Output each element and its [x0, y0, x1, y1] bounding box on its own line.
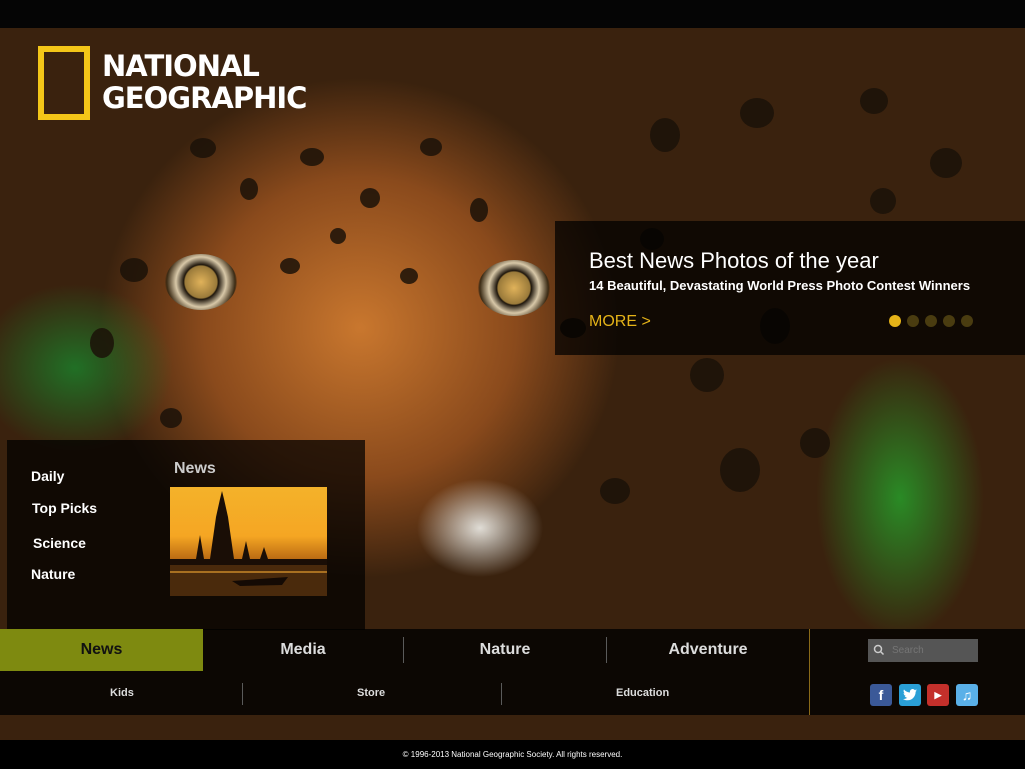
subnav-divider	[501, 683, 502, 705]
yellow-border-icon	[38, 46, 90, 120]
subnav-kids[interactable]: Kids	[110, 671, 134, 715]
carousel-dot-5[interactable]	[961, 315, 973, 327]
search-box[interactable]	[868, 639, 978, 662]
featured-story-title[interactable]: Best News Photos of the year	[589, 248, 879, 274]
facebook-icon[interactable]: f	[870, 684, 892, 706]
jaguar-eye-left	[165, 254, 237, 310]
subnav-divider	[242, 683, 243, 705]
featured-story-subtitle: 14 Beautiful, Devastating World Press Ph…	[589, 278, 971, 293]
itunes-icon[interactable]: ♫	[956, 684, 978, 706]
nav-nature[interactable]: Nature	[404, 629, 606, 671]
nav-media[interactable]: Media	[203, 629, 403, 671]
nav-news[interactable]: News	[0, 629, 203, 671]
category-nature[interactable]: Nature	[31, 566, 75, 582]
logo-text: NATIONAL GEOGRAPHIC	[102, 49, 307, 115]
subnav-store[interactable]: Store	[357, 671, 385, 715]
category-daily[interactable]: Daily	[31, 468, 64, 484]
search-input[interactable]	[890, 644, 974, 657]
temple-silhouette-image	[170, 491, 327, 596]
more-link[interactable]: MORE >	[589, 313, 651, 331]
twitter-icon[interactable]	[899, 684, 921, 706]
carousel-dot-1[interactable]	[889, 315, 901, 327]
subnav-education[interactable]: Education	[616, 671, 669, 715]
submenu-heading: News	[174, 460, 216, 477]
category-top-picks[interactable]: Top Picks	[32, 500, 97, 516]
youtube-icon[interactable]: ▶	[927, 684, 949, 706]
nav-divider	[403, 637, 404, 663]
news-thumbnail-image[interactable]	[170, 487, 327, 596]
jaguar-eye-right	[478, 260, 550, 316]
news-submenu-panel: Daily Top Picks Science Nature News	[7, 440, 365, 630]
top-bar	[0, 0, 1025, 28]
secondary-nav: Kids Store Education f ▶ ♫	[0, 671, 1025, 715]
category-science[interactable]: Science	[33, 535, 86, 551]
search-icon	[873, 644, 885, 656]
carousel-dot-3[interactable]	[925, 315, 937, 327]
carousel-dots	[889, 315, 973, 327]
featured-story-panel: Best News Photos of the year 14 Beautifu…	[555, 221, 1025, 355]
nav-divider	[809, 629, 810, 671]
copyright-text: © 1996-2013 National Geographic Society.…	[0, 740, 1025, 769]
nav-divider	[606, 637, 607, 663]
main-nav: News Media Nature Adventure	[0, 629, 1025, 671]
carousel-dot-4[interactable]	[943, 315, 955, 327]
nav-adventure[interactable]: Adventure	[607, 629, 809, 671]
subnav-divider	[809, 671, 810, 715]
carousel-dot-2[interactable]	[907, 315, 919, 327]
